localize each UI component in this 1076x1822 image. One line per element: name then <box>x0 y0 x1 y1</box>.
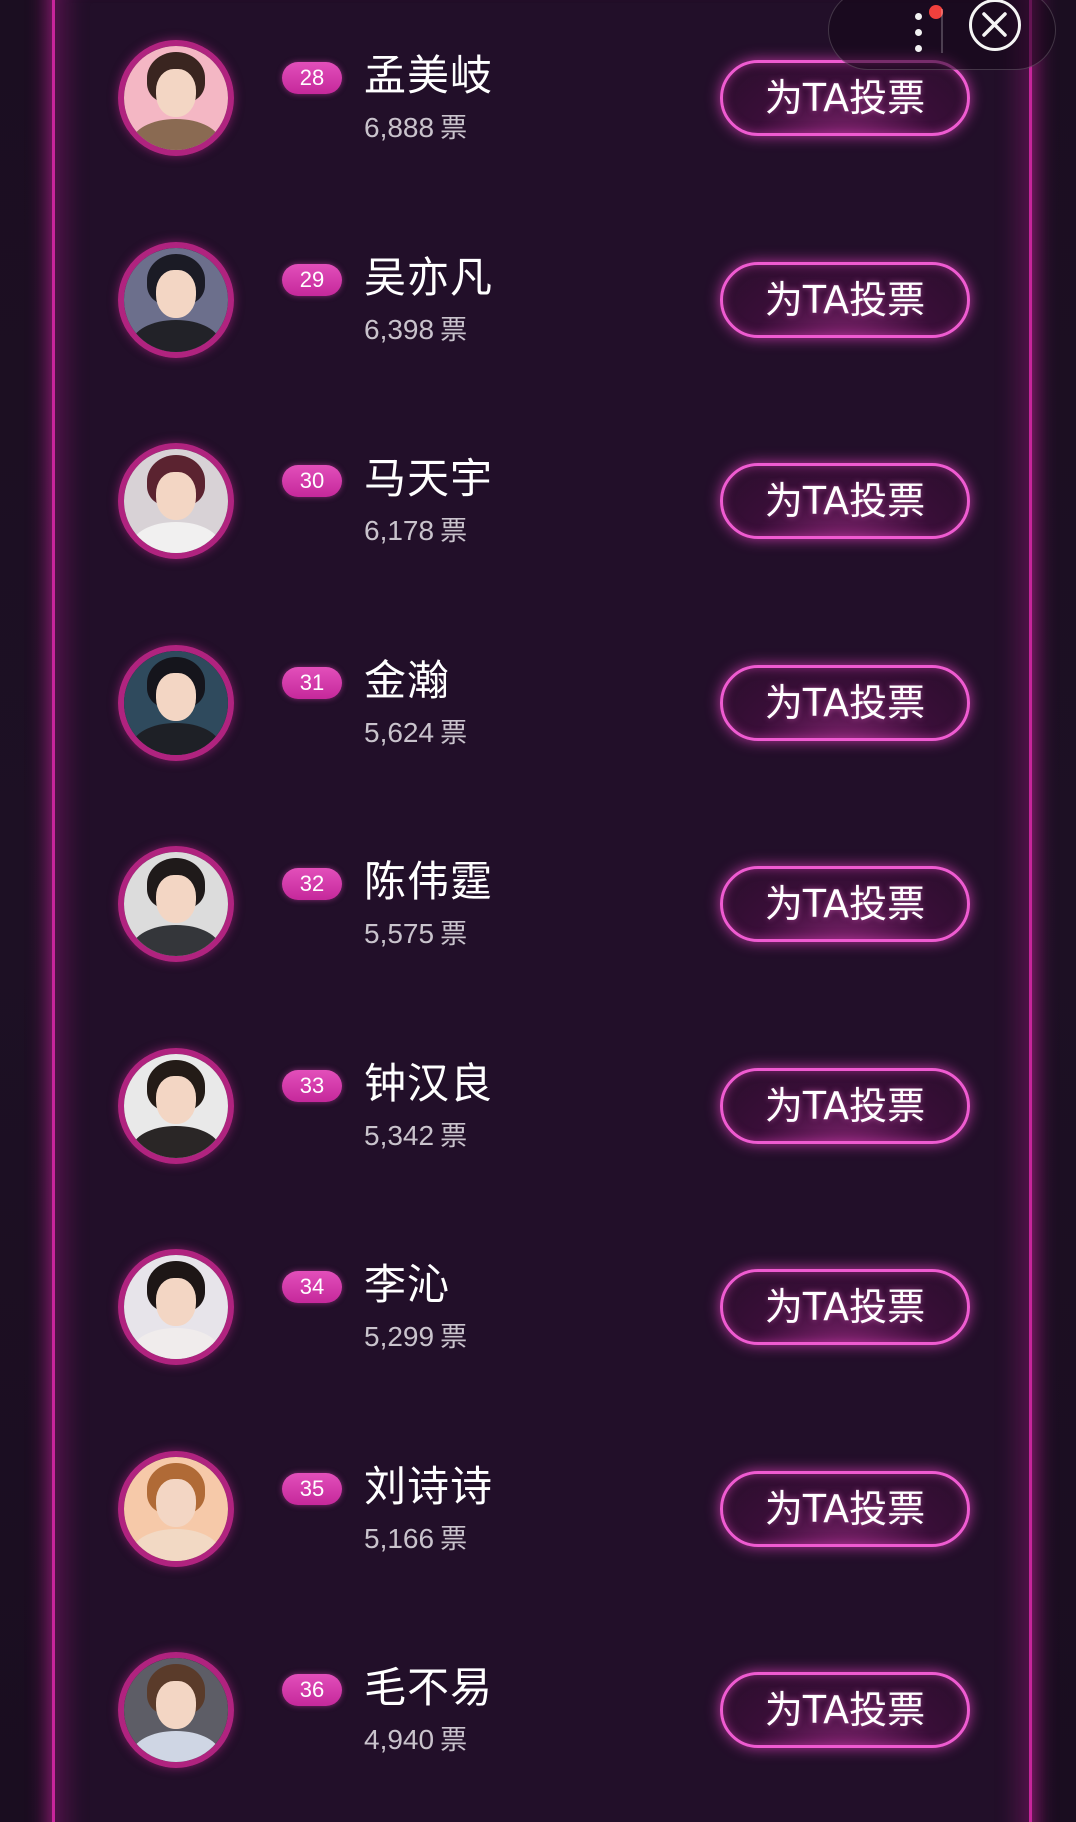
vote-count-value: 5,624 <box>364 716 435 748</box>
avatar <box>118 1450 234 1567</box>
candidate-row: 33 钟汉良 5,342 票 为TA投票 <box>0 1047 1076 1198</box>
more-vertical-icon[interactable] <box>889 5 949 61</box>
avatar <box>118 40 234 156</box>
mini-program-capsule <box>828 0 1056 70</box>
vote-unit: 票 <box>440 1322 468 1353</box>
vote-unit: 票 <box>440 919 468 950</box>
candidate-name: 李沁 <box>364 1260 451 1309</box>
vote-count-value: 6,178 <box>364 515 435 546</box>
vote-count-value: 5,166 <box>364 1522 435 1554</box>
rank-badge: 31 <box>282 666 342 699</box>
rank-badge: 28 <box>282 62 342 94</box>
vote-button[interactable]: 为TA投票 <box>720 261 970 338</box>
vote-unit: 票 <box>440 516 468 547</box>
candidate-row: 29 吴亦凡 6,398 票 为TA投票 <box>0 241 1076 392</box>
vote-unit: 票 <box>440 113 468 144</box>
vote-count-value: 6,398 <box>364 313 435 345</box>
vote-count: 5,166 票 <box>364 1521 467 1558</box>
rank-badge: 36 <box>282 1674 342 1706</box>
vote-unit: 票 <box>440 1120 468 1152</box>
vote-count-value: 5,299 <box>364 1321 435 1352</box>
candidate-name: 刘诗诗 <box>364 1461 494 1511</box>
vote-count: 6,398 票 <box>364 312 467 349</box>
avatar <box>118 443 234 559</box>
rank-badge: 33 <box>282 1069 342 1102</box>
candidate-name: 金瀚 <box>364 655 451 705</box>
vote-count: 5,342 票 <box>364 1118 467 1155</box>
rank-badge: 35 <box>282 1472 342 1505</box>
rank-badge: 34 <box>282 1271 342 1303</box>
vote-count: 5,624 票 <box>364 715 467 752</box>
vote-button[interactable]: 为TA投票 <box>720 463 970 539</box>
vote-unit: 票 <box>440 1523 468 1555</box>
vote-unit: 票 <box>440 1725 468 1756</box>
vote-count: 6,888 票 <box>364 110 467 147</box>
avatar <box>118 1652 234 1768</box>
candidate-row: 35 刘诗诗 5,166 票 为TA投票 <box>0 1450 1076 1601</box>
capsule-divider <box>941 9 943 53</box>
avatar <box>118 241 234 358</box>
avatar <box>118 644 234 761</box>
vote-button[interactable]: 为TA投票 <box>720 664 970 741</box>
candidate-name: 吴亦凡 <box>364 252 494 302</box>
rank-badge: 29 <box>282 263 342 296</box>
avatar <box>118 846 234 962</box>
vote-button[interactable]: 为TA投票 <box>720 1470 970 1547</box>
vote-count-value: 5,342 <box>364 1119 435 1151</box>
candidate-row: 34 李沁 5,299 票 为TA投票 <box>0 1249 1076 1399</box>
vote-count: 5,575 票 <box>364 916 467 953</box>
rank-badge: 32 <box>282 868 342 900</box>
vote-button[interactable]: 为TA投票 <box>720 1269 970 1345</box>
candidate-name: 钟汉良 <box>364 1058 494 1108</box>
vote-count-value: 4,940 <box>364 1724 435 1755</box>
vote-unit: 票 <box>440 314 468 346</box>
vote-count: 6,178 票 <box>364 513 467 550</box>
vote-button[interactable]: 为TA投票 <box>720 1672 970 1748</box>
vote-button[interactable]: 为TA投票 <box>720 866 970 942</box>
vote-count: 5,299 票 <box>364 1319 467 1356</box>
avatar <box>118 1249 234 1365</box>
close-circle-icon[interactable] <box>969 0 1021 51</box>
vote-count: 4,940 票 <box>364 1722 467 1759</box>
candidate-row: 36 毛不易 4,940 票 为TA投票 <box>0 1652 1076 1802</box>
voting-page: 28 孟美岐 6,888 票为TA投票 29 吴亦凡 6,398 票为TA投票 30 马天宇 6,1… <box>0 0 1076 1822</box>
vote-count-value: 6,888 <box>364 112 435 143</box>
vote-unit: 票 <box>440 717 468 749</box>
candidate-row: 31 金瀚 5,624 票 为TA投票 <box>0 644 1076 795</box>
candidate-row: 32 陈伟霆 5,575 票 为TA投票 <box>0 846 1076 996</box>
rank-badge: 30 <box>282 465 342 497</box>
vote-count-value: 5,575 <box>364 918 435 949</box>
avatar <box>118 1047 234 1164</box>
candidate-name: 孟美岐 <box>364 51 494 100</box>
candidate-name: 陈伟霆 <box>364 857 494 906</box>
candidate-name: 毛不易 <box>364 1663 494 1712</box>
vote-button[interactable]: 为TA投票 <box>720 60 970 136</box>
candidate-row: 30 马天宇 6,178 票 为TA投票 <box>0 443 1076 593</box>
candidate-name: 马天宇 <box>364 454 494 503</box>
vote-button[interactable]: 为TA投票 <box>720 1067 970 1144</box>
